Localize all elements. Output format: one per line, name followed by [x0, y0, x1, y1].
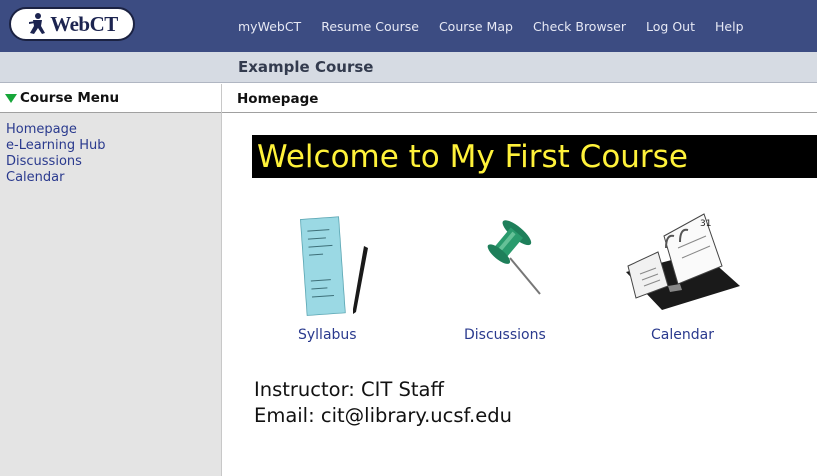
nav-course-map[interactable]: Course Map	[439, 19, 513, 34]
pushpin-icon[interactable]	[476, 218, 546, 298]
nav-mywebct[interactable]: myWebCT	[238, 19, 301, 34]
instructor-text: Instructor: CIT Staff	[254, 378, 444, 401]
syllabus-link[interactable]: Syllabus	[298, 327, 357, 343]
sidebar: Course Menu Homepage e-Learning Hub Disc…	[0, 84, 222, 476]
syllabus-icon[interactable]	[290, 208, 380, 320]
nav-log-out[interactable]: Log Out	[646, 19, 695, 34]
sidebar-item-calendar[interactable]: Calendar	[6, 170, 221, 186]
top-nav: myWebCT Resume Course Course Map Check B…	[238, 0, 764, 52]
sidebar-item-elearning-hub[interactable]: e-Learning Hub	[6, 138, 221, 154]
svg-text:31: 31	[700, 219, 711, 229]
logo-text: WebCT	[50, 11, 118, 36]
course-menu-header[interactable]: Course Menu	[0, 84, 221, 113]
course-menu-title: Course Menu	[20, 90, 120, 106]
nav-help[interactable]: Help	[715, 19, 744, 34]
discussions-link[interactable]: Discussions	[464, 327, 546, 343]
course-menu-list: Homepage e-Learning Hub Discussions Cale…	[0, 113, 221, 186]
nav-resume-course[interactable]: Resume Course	[321, 19, 419, 34]
collapse-triangle-icon[interactable]	[5, 94, 17, 103]
sidebar-item-homepage[interactable]: Homepage	[6, 122, 221, 138]
email-text: Email: cit@library.ucsf.edu	[254, 404, 512, 427]
course-title: Example Course	[238, 58, 374, 76]
calendar-icon[interactable]: 31	[622, 208, 742, 316]
course-title-band: Example Course	[0, 52, 817, 83]
webct-figure-icon	[29, 13, 46, 34]
breadcrumb-current: Homepage	[237, 91, 319, 107]
webct-logo[interactable]: WebCT	[9, 7, 135, 41]
welcome-banner: Welcome to My First Course	[252, 135, 817, 178]
welcome-text: Welcome to My First Course	[257, 139, 688, 175]
top-bar: WebCT myWebCT Resume Course Course Map C…	[0, 0, 817, 52]
nav-check-browser[interactable]: Check Browser	[533, 19, 626, 34]
calendar-link[interactable]: Calendar	[651, 327, 714, 343]
sidebar-item-discussions[interactable]: Discussions	[6, 154, 221, 170]
breadcrumb: Homepage	[222, 84, 817, 113]
